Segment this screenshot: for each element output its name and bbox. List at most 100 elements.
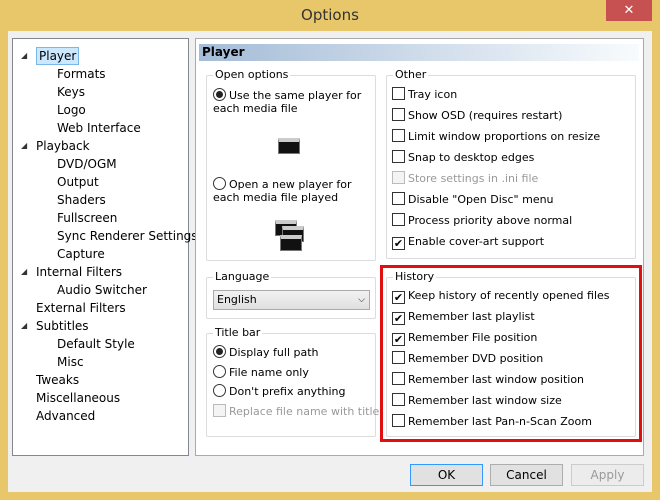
checkbox-icon xyxy=(392,150,405,163)
tree-item[interactable]: Sync Renderer Settings xyxy=(57,227,198,245)
chevron-down-icon: ⌵ xyxy=(358,295,365,305)
group-label: Language xyxy=(213,270,272,283)
history-option[interactable]: ✔ Remember File position xyxy=(392,330,537,346)
other-option[interactable]: Disable "Open Disc" menu xyxy=(392,192,554,208)
checkbox-icon xyxy=(392,393,405,406)
option-label: Don't prefix anything xyxy=(229,385,346,398)
tree-item[interactable]: Web Interface xyxy=(57,119,141,137)
option-label: Remember File position xyxy=(408,331,538,344)
tree-item[interactable]: Tweaks xyxy=(36,371,79,389)
option-label: Snap to desktop edges xyxy=(408,151,535,164)
checkbox-icon xyxy=(392,372,405,385)
radio-icon xyxy=(213,364,226,378)
tree-item[interactable]: Miscellaneous xyxy=(36,389,120,407)
checkbox-icon xyxy=(213,404,226,417)
option-label: Show OSD (requires restart) xyxy=(408,109,563,122)
history-option[interactable]: ✔ Keep history of recently opened files xyxy=(392,288,610,304)
other-option[interactable]: Limit window proportions on resize xyxy=(392,129,600,145)
other-option[interactable]: ✔ Enable cover-art support xyxy=(392,234,544,250)
other-option[interactable]: Store settings in .ini file xyxy=(392,171,538,187)
tree-item[interactable]: Capture xyxy=(57,245,105,263)
title-bar-option[interactable]: Display full path xyxy=(213,345,319,361)
tree-item[interactable]: Default Style xyxy=(57,335,135,353)
checkbox-icon xyxy=(392,192,405,205)
option-label: Tray icon xyxy=(408,88,458,101)
window-title: Options xyxy=(301,6,359,24)
checkbox-icon: ✔ xyxy=(392,333,405,346)
new-player-radio[interactable]: Open a new player for each media file pl… xyxy=(213,177,373,204)
tree-item[interactable]: Audio Switcher xyxy=(57,281,147,299)
other-option[interactable]: Tray icon xyxy=(392,87,457,103)
close-button[interactable]: ✕ xyxy=(606,0,652,21)
same-player-radio[interactable]: Use the same player for each media file xyxy=(213,88,373,115)
checkbox-icon: ✔ xyxy=(392,312,405,325)
tree-item[interactable]: Fullscreen xyxy=(57,209,117,227)
checkbox-icon xyxy=(392,87,405,100)
tree-item[interactable]: Misc xyxy=(57,353,84,371)
tree-item[interactable]: Player xyxy=(36,47,80,65)
history-option[interactable]: Remember last window size xyxy=(392,393,562,409)
option-label: Display full path xyxy=(229,346,319,359)
collapse-triangle-icon[interactable]: ◢ xyxy=(21,267,27,276)
tree-item[interactable]: Playback xyxy=(36,137,90,155)
other-option[interactable]: Snap to desktop edges xyxy=(392,150,534,166)
option-label: Enable cover-art support xyxy=(408,235,545,248)
tree-item[interactable]: Output xyxy=(57,173,99,191)
radio-icon xyxy=(213,177,226,190)
option-label: Remember last window size xyxy=(408,394,562,407)
checkbox-icon xyxy=(392,171,405,184)
tree-item[interactable]: Advanced xyxy=(36,407,95,425)
radio-icon xyxy=(213,345,226,358)
option-label: Remember last window position xyxy=(408,373,585,386)
option-label: Keep history of recently opened files xyxy=(408,289,610,302)
history-option[interactable]: ✔ Remember last playlist xyxy=(392,309,535,325)
option-label: Remember last playlist xyxy=(408,310,535,323)
checkbox-icon: ✔ xyxy=(392,237,405,250)
title-bar-option[interactable]: Don't prefix anything xyxy=(213,384,346,400)
ok-button[interactable]: OK xyxy=(410,464,483,486)
title-bar-option[interactable]: File name only xyxy=(213,364,309,381)
select-value: English xyxy=(217,293,257,306)
multi-window-icon xyxy=(280,235,302,251)
other-option[interactable]: Show OSD (requires restart) xyxy=(392,108,562,124)
checkbox-icon xyxy=(392,414,405,427)
option-label: Replace file name with title xyxy=(229,405,380,418)
history-option[interactable]: Remember last Pan-n-Scan Zoom xyxy=(392,414,592,430)
option-label: Remember last Pan-n-Scan Zoom xyxy=(408,415,592,428)
tree-item[interactable]: Logo xyxy=(57,101,86,119)
collapse-triangle-icon[interactable]: ◢ xyxy=(21,141,27,150)
option-label: File name only xyxy=(229,365,309,379)
tree-item[interactable]: Shaders xyxy=(57,191,106,209)
option-label: Store settings in .ini file xyxy=(408,172,539,185)
history-option[interactable]: Remember DVD position xyxy=(392,351,543,367)
replace-title-option[interactable]: Replace file name with title xyxy=(213,404,379,420)
panel-title: Player xyxy=(199,44,639,61)
options-tree[interactable]: ◢ Player Formats Keys Logo Web Interface ◢ Play… xyxy=(12,38,198,456)
tree-item[interactable]: Formats xyxy=(57,65,106,83)
apply-button[interactable]: Apply xyxy=(571,464,644,486)
history-option[interactable]: Remember last window position xyxy=(392,372,584,388)
tree-item[interactable]: Internal Filters xyxy=(36,263,122,281)
radio-icon xyxy=(213,384,226,397)
collapse-triangle-icon[interactable]: ◢ xyxy=(21,321,27,330)
option-label: Disable "Open Disc" menu xyxy=(408,193,554,206)
checkbox-icon xyxy=(392,351,405,364)
title-bar: Options xyxy=(0,0,660,31)
tree-item[interactable]: External Filters xyxy=(36,299,126,317)
checkbox-icon xyxy=(392,129,405,142)
single-window-icon xyxy=(278,138,300,154)
tree-item[interactable]: DVD/OGM xyxy=(57,155,117,173)
radio-icon xyxy=(213,88,226,101)
collapse-triangle-icon[interactable]: ◢ xyxy=(21,51,27,60)
cancel-button[interactable]: Cancel xyxy=(490,464,563,486)
option-label: Process priority above normal xyxy=(408,214,573,227)
language-select[interactable]: English ⌵ xyxy=(213,290,370,310)
other-option[interactable]: Process priority above normal xyxy=(392,213,572,229)
group-label: Open options xyxy=(213,68,291,81)
checkbox-icon xyxy=(392,213,405,226)
option-label: Limit window proportions on resize xyxy=(408,130,601,143)
tree-item[interactable]: Subtitles xyxy=(36,317,89,335)
tree-item[interactable]: Keys xyxy=(57,83,85,101)
option-label: Remember DVD position xyxy=(408,352,544,365)
checkbox-icon: ✔ xyxy=(392,291,405,304)
